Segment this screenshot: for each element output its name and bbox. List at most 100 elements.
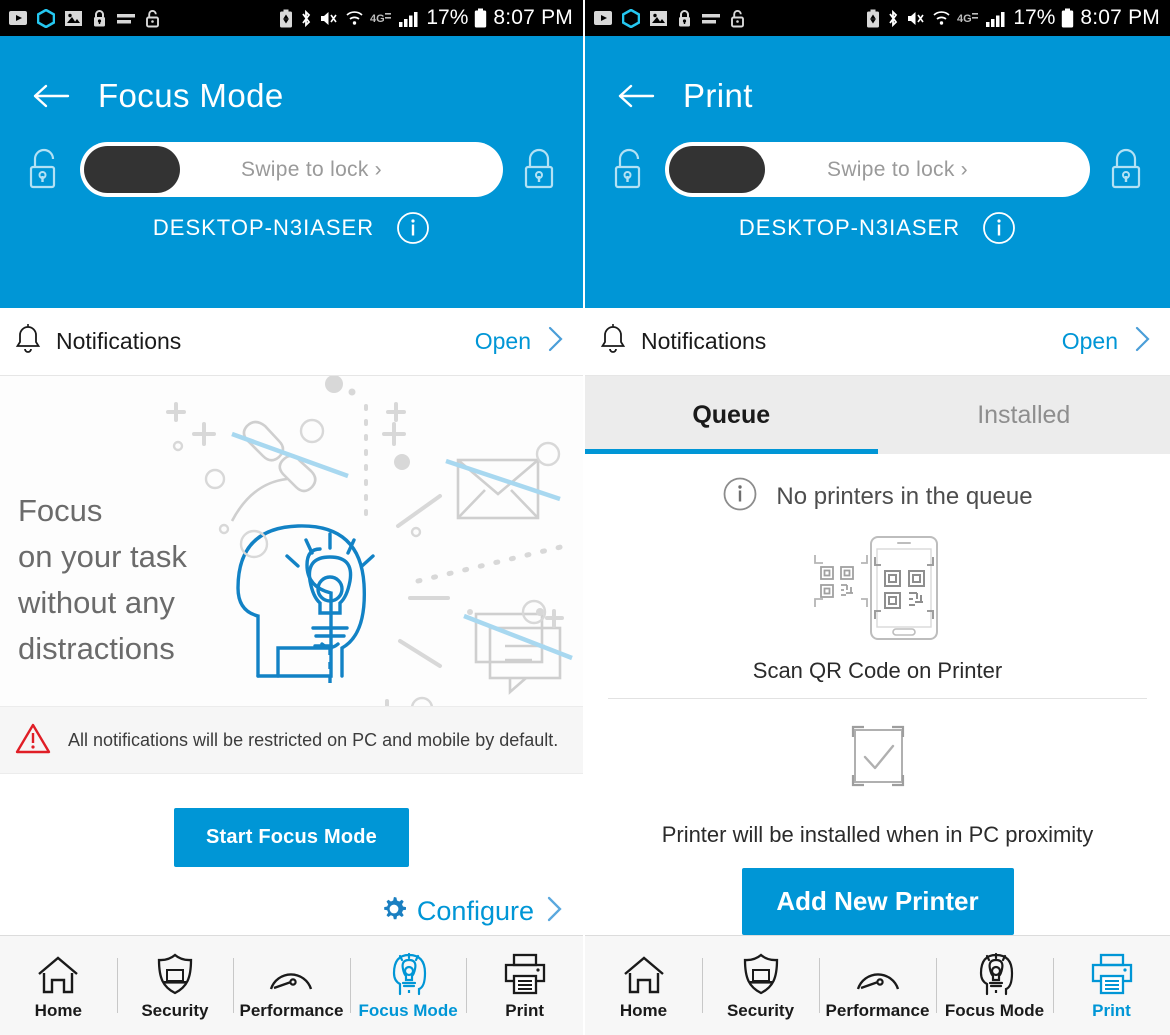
configure-label: Configure (416, 896, 534, 926)
status-bar-right-icons: 4G 17% 8:07 PM (866, 6, 1160, 30)
play-video-icon (593, 10, 613, 26)
bottom-navigation-right: Home Security Performance Focus Mode Pri… (585, 935, 1170, 1035)
tab-queue[interactable]: Queue (585, 376, 878, 454)
device-row: DESKTOP-N3IASER (0, 211, 583, 245)
info-icon[interactable] (982, 211, 1016, 245)
nav-item-print[interactable]: Print (466, 936, 583, 1035)
clock-label: 8:07 PM (493, 6, 573, 29)
hexagon-icon (37, 8, 55, 28)
notifications-left: Notifications (14, 323, 181, 360)
nav-label-focus-mode: Focus Mode (358, 1001, 458, 1020)
scan-qr-label: Scan QR Code on Printer (752, 658, 1003, 683)
status-bar: 4G 17% 8:07 PM (0, 0, 583, 36)
signal-bars-icon (398, 9, 420, 28)
nav-item-performance[interactable]: Performance (233, 936, 350, 1035)
swipe-to-lock-row: Swipe to lock › (585, 128, 1170, 197)
focus-headline-line-2: on your task (18, 538, 187, 574)
play-video-icon (8, 10, 28, 26)
bluetooth-icon (299, 9, 313, 28)
swipe-to-lock-slider[interactable]: Swipe to lock › (80, 142, 503, 197)
image-icon (64, 10, 83, 27)
info-icon[interactable] (396, 211, 430, 245)
slider-knob[interactable] (669, 146, 765, 193)
battery-icon (1061, 8, 1074, 28)
messages-icon (116, 11, 136, 26)
open-label: Open (474, 328, 531, 354)
focus-headline-line-3: without any (18, 584, 175, 620)
focus-headline-line-1: Focus (18, 493, 103, 528)
divider (608, 698, 1147, 699)
4g-icon: 4G (957, 11, 979, 25)
swipe-to-lock-slider[interactable]: Swipe to lock › (665, 142, 1090, 197)
nav-item-print[interactable]: Print (1053, 936, 1170, 1035)
battery-percent-label: 17% (1013, 6, 1056, 29)
4g-icon: 4G (370, 11, 392, 25)
notifications-label: Notifications (56, 328, 182, 354)
nav-label-home: Home (619, 1001, 668, 1020)
warning-text: All notifications will be restricted on … (68, 729, 559, 750)
status-bar-left-icons (593, 8, 745, 28)
screen-print: 4G 17% 8:07 PM Print Swipe to lock › DES… (585, 0, 1170, 1035)
qr-scan-phone-icon (793, 533, 963, 648)
proximity-label: Printer will be installed when in PC pro… (661, 822, 1094, 847)
bell-icon (14, 323, 42, 360)
nav-item-performance[interactable]: Performance (819, 936, 936, 1035)
nav-label-security: Security (141, 1001, 209, 1020)
notifications-label: Notifications (641, 328, 767, 354)
nav-item-focus-mode[interactable]: Focus Mode (936, 936, 1053, 1035)
chevron-right-icon (1132, 324, 1152, 359)
queue-empty-text: No printers in the queue (776, 482, 1033, 510)
notifications-bar[interactable]: Notifications Open (0, 308, 583, 376)
wifi-icon (345, 9, 364, 27)
notifications-bar[interactable]: Notifications Open (585, 308, 1170, 376)
mute-vibrate-icon (319, 9, 339, 28)
header-top-row: Print (585, 56, 1170, 128)
back-arrow-icon[interactable] (615, 81, 657, 111)
print-queue-body: No printers in the queue Scan QR Code on… (585, 454, 1170, 935)
notifications-open-button[interactable]: Open (475, 324, 565, 359)
clock-label: 8:07 PM (1080, 6, 1160, 29)
svg-text:4G: 4G (957, 13, 972, 25)
printer-icon (1089, 950, 1135, 996)
nav-item-home[interactable]: Home (585, 936, 702, 1035)
nav-label-focus-mode: Focus Mode (944, 1001, 1045, 1020)
configure-link[interactable]: Configure (0, 867, 583, 930)
open-label: Open (1061, 328, 1118, 354)
start-focus-button-row: Start Focus Mode (0, 774, 583, 867)
add-new-printer-button[interactable]: Add New Printer (741, 868, 1014, 935)
notifications-open-button[interactable]: Open (1062, 324, 1152, 359)
nav-label-print: Print (505, 1001, 545, 1020)
slider-label-text: Swipe to lock (827, 157, 955, 181)
locked-padlock-icon (1106, 147, 1146, 193)
device-name-label: DESKTOP-N3IASER (738, 215, 961, 240)
nav-item-focus-mode[interactable]: Focus Mode (349, 936, 467, 1035)
chevron-right-icon: › (374, 157, 382, 181)
lock-message-icon (677, 9, 692, 28)
head-lightbulb-icon (974, 950, 1016, 996)
focus-headline-line-4: distractions (18, 630, 175, 666)
bell-icon (599, 323, 627, 360)
screen-focus-mode: 4G 17% 8:07 PM Focus Mode Swipe to lock … (0, 0, 585, 1035)
nav-label-home: Home (34, 1001, 82, 1020)
unlocked-padlock-icon (730, 9, 745, 28)
status-bar: 4G 17% 8:07 PM (585, 0, 1170, 36)
nav-item-security[interactable]: Security (116, 936, 234, 1035)
shield-laptop-icon (740, 950, 782, 996)
chevron-right-icon (543, 893, 565, 930)
info-icon (722, 476, 758, 517)
image-icon (649, 10, 668, 27)
unlocked-padlock-icon (609, 147, 649, 193)
tab-installed[interactable]: Installed (878, 376, 1170, 454)
header-top-row: Focus Mode (0, 56, 583, 128)
page-title: Print (683, 77, 753, 114)
nav-item-home[interactable]: Home (0, 936, 117, 1035)
start-focus-mode-button[interactable]: Start Focus Mode (174, 808, 409, 867)
home-icon (35, 950, 81, 996)
messages-icon (701, 11, 721, 26)
nav-item-security[interactable]: Security (702, 936, 819, 1035)
back-arrow-icon[interactable] (30, 81, 72, 111)
slider-knob[interactable] (84, 146, 180, 193)
nav-label-security: Security (726, 1001, 795, 1020)
status-bar-right-icons: 4G 17% 8:07 PM (279, 6, 573, 30)
hexagon-icon (622, 8, 640, 28)
